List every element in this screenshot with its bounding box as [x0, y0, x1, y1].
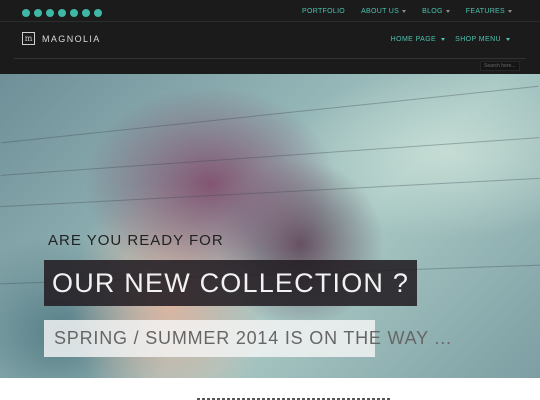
main-nav-home-page[interactable]: HOME PAGE — [390, 36, 446, 43]
chevron-down-icon — [508, 10, 512, 13]
top-nav-features[interactable]: FEATURES — [466, 8, 512, 15]
main-nav-label: HOME PAGE — [390, 36, 437, 43]
hero-headline: OUR NEW COLLECTION ? — [52, 267, 410, 298]
hero-tagline: ARE YOU READY FOR — [48, 232, 224, 249]
logo-text: MAGNOLIA — [42, 33, 101, 44]
site-logo[interactable]: m MAGNOLIA — [22, 32, 101, 45]
top-nav-about-us[interactable]: ABOUT US — [361, 8, 407, 15]
facebook-icon[interactable] — [22, 9, 30, 17]
top-nav: PORTFOLIO ABOUT US BLOG FEATURES — [302, 8, 512, 15]
main-nav: HOME PAGE SHOP MENU — [391, 36, 510, 43]
top-nav-blog[interactable]: BLOG — [422, 8, 450, 15]
top-nav-label: PORTFOLIO — [302, 8, 346, 15]
hero-slider[interactable]: ARE YOU READY FOR OUR NEW COLLECTION ? S… — [0, 74, 540, 378]
logo-mark-icon: m — [22, 32, 35, 45]
top-nav-label: BLOG — [422, 8, 443, 15]
content-section — [0, 378, 540, 400]
top-nav-label: FEATURES — [465, 8, 505, 15]
hero-headline-box: OUR NEW COLLECTION ? — [44, 260, 418, 306]
chevron-down-icon — [441, 38, 446, 41]
google-plus-icon[interactable] — [46, 9, 54, 17]
chevron-down-icon — [445, 10, 450, 13]
twitter-icon[interactable] — [34, 9, 42, 17]
site-header: m MAGNOLIA HOME PAGE SHOP MENU — [0, 22, 540, 74]
pinterest-icon[interactable] — [70, 9, 78, 17]
search-input[interactable] — [480, 61, 520, 71]
social-icons — [22, 9, 102, 17]
flickr-icon[interactable] — [82, 9, 90, 17]
hero-subline-box: SPRING / SUMMER 2014 IS ON THE WAY ... — [44, 320, 451, 357]
vimeo-icon[interactable] — [58, 9, 66, 17]
top-nav-portfolio[interactable]: PORTFOLIO — [302, 8, 345, 15]
top-bar: PORTFOLIO ABOUT US BLOG FEATURES — [0, 0, 540, 22]
chevron-down-icon — [402, 10, 407, 13]
hero-subline: SPRING / SUMMER 2014 IS ON THE WAY ... — [54, 328, 452, 348]
main-nav-shop-menu[interactable]: SHOP MENU — [455, 36, 510, 43]
header-divider — [14, 58, 526, 59]
top-nav-label: ABOUT US — [361, 8, 400, 15]
skype-icon[interactable] — [94, 9, 102, 17]
chevron-down-icon — [506, 38, 510, 41]
main-nav-label: SHOP MENU — [455, 36, 501, 43]
